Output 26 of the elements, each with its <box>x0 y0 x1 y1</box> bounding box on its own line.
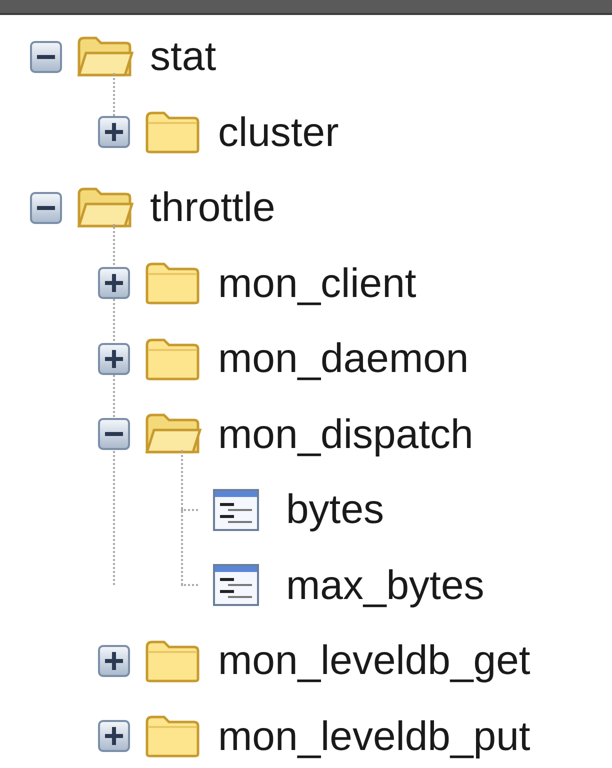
folder-label[interactable]: mon_client <box>218 262 416 304</box>
folder-icon <box>144 261 202 306</box>
tree-item-label[interactable]: bytes <box>286 489 384 530</box>
expand-icon[interactable] <box>98 267 130 300</box>
folder-label[interactable]: stat <box>150 36 216 78</box>
collapse-icon[interactable] <box>30 40 62 73</box>
folder-label[interactable]: mon_leveldb_get <box>218 640 530 682</box>
folder-icon <box>144 638 202 683</box>
open-folder-icon <box>76 34 134 79</box>
folder-label[interactable]: cluster <box>218 112 339 153</box>
folder-icon <box>144 714 202 758</box>
tree-item-label[interactable]: max_bytes <box>286 564 484 606</box>
collapse-icon[interactable] <box>30 192 62 224</box>
expand-icon[interactable] <box>98 644 130 677</box>
open-folder-icon <box>144 412 202 456</box>
folder-icon <box>144 336 202 381</box>
folder-label[interactable]: mon_daemon <box>218 338 469 380</box>
folder-label[interactable]: mon_leveldb_put <box>218 716 530 757</box>
expand-icon[interactable] <box>98 342 130 375</box>
folder-label[interactable]: mon_dispatch <box>218 414 474 455</box>
folder-icon <box>144 110 202 154</box>
folder-label[interactable]: throttle <box>150 187 276 228</box>
open-folder-icon <box>76 186 134 230</box>
collapse-icon[interactable] <box>98 418 130 450</box>
expand-icon[interactable] <box>98 116 130 148</box>
expand-icon[interactable] <box>98 720 130 752</box>
